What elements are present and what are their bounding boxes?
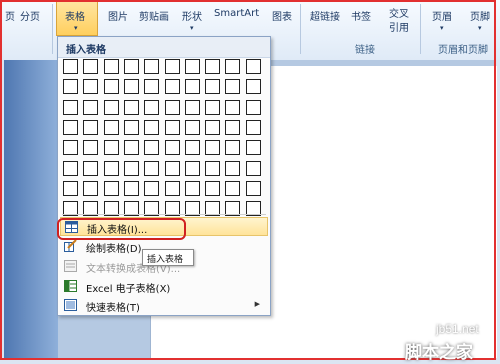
red-frame-annotation [0, 0, 496, 360]
watermark-site: jb51.net [436, 322, 479, 336]
watermark-name: 脚本之家 [405, 343, 473, 363]
